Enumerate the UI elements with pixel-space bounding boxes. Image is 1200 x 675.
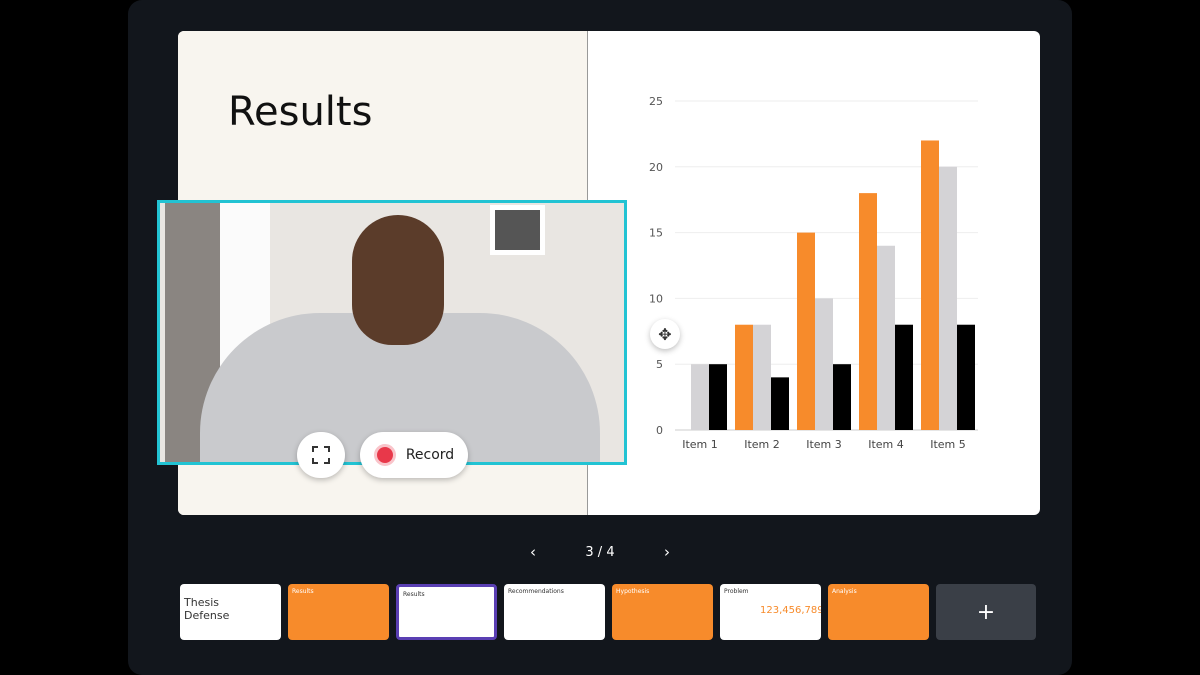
thumbnail-number: 123,456,789 <box>760 605 821 616</box>
prev-page-button[interactable]: ‹ <box>530 543 536 561</box>
x-tick-label: Item 4 <box>868 438 904 451</box>
thumbnail-title: Results <box>403 591 425 598</box>
x-tick-label: Item 2 <box>744 438 780 451</box>
y-tick-label: 5 <box>656 358 663 371</box>
slide-thumbnail[interactable]: Analysis <box>828 584 929 640</box>
thumbnail-title: Hypothesis <box>616 588 650 595</box>
bar <box>815 298 833 430</box>
bar <box>957 324 975 430</box>
y-tick-label: 15 <box>649 227 663 240</box>
slide-thumbnail[interactable]: Hypothesis <box>612 584 713 640</box>
record-button[interactable]: Record <box>360 432 468 478</box>
page-indicator: 3 / 4 <box>585 544 615 560</box>
person-head <box>352 215 444 345</box>
webcam-video[interactable] <box>157 200 627 465</box>
x-tick-label: Item 3 <box>806 438 842 451</box>
bar <box>771 377 789 430</box>
thumbnail-title: Problem <box>724 588 749 595</box>
next-page-button[interactable]: › <box>664 543 670 561</box>
move-icon: ✥ <box>658 324 672 344</box>
bar <box>797 232 815 430</box>
focus-frame-icon <box>312 446 330 464</box>
bar <box>691 364 709 430</box>
slide-thumbnail[interactable]: Results <box>288 584 389 640</box>
thumbnail-title: Thesis Defense <box>184 596 230 622</box>
slide-thumbnails: Thesis Defense Results Results Recommendati… <box>180 584 1036 640</box>
y-tick-label: 10 <box>649 292 663 305</box>
bar <box>859 193 877 430</box>
slide-thumbnail[interactable]: Thesis Defense <box>180 584 281 640</box>
thumbnail-title: Results <box>292 588 314 595</box>
bar <box>735 324 753 430</box>
thumbnail-title: Analysis <box>832 588 857 595</box>
focus-button[interactable] <box>297 432 345 478</box>
pagination: ‹ 3 / 4 › <box>530 543 670 561</box>
add-slide-button[interactable]: + <box>936 584 1036 640</box>
bar <box>921 140 939 431</box>
picture-frame <box>490 205 545 255</box>
y-tick-label: 0 <box>656 424 663 437</box>
y-tick-label: 20 <box>649 161 663 174</box>
x-tick-label: Item 1 <box>682 438 718 451</box>
slide-thumbnail[interactable]: Recommendations <box>504 584 605 640</box>
move-handle[interactable]: ✥ <box>650 319 680 349</box>
thumbnail-title: Recommendations <box>508 588 564 595</box>
bar <box>877 245 895 430</box>
record-label: Record <box>405 447 455 463</box>
bar <box>753 324 771 430</box>
bar <box>939 166 957 431</box>
slide-thumbnail[interactable]: Problem 123,456,789 <box>720 584 821 640</box>
x-tick-label: Item 5 <box>930 438 966 451</box>
slide-thumbnail[interactable]: Results <box>396 584 497 640</box>
bar <box>895 324 913 430</box>
y-tick-label: 25 <box>649 95 663 108</box>
record-dot-icon <box>373 444 396 466</box>
bar <box>709 364 727 430</box>
bar <box>833 364 851 430</box>
